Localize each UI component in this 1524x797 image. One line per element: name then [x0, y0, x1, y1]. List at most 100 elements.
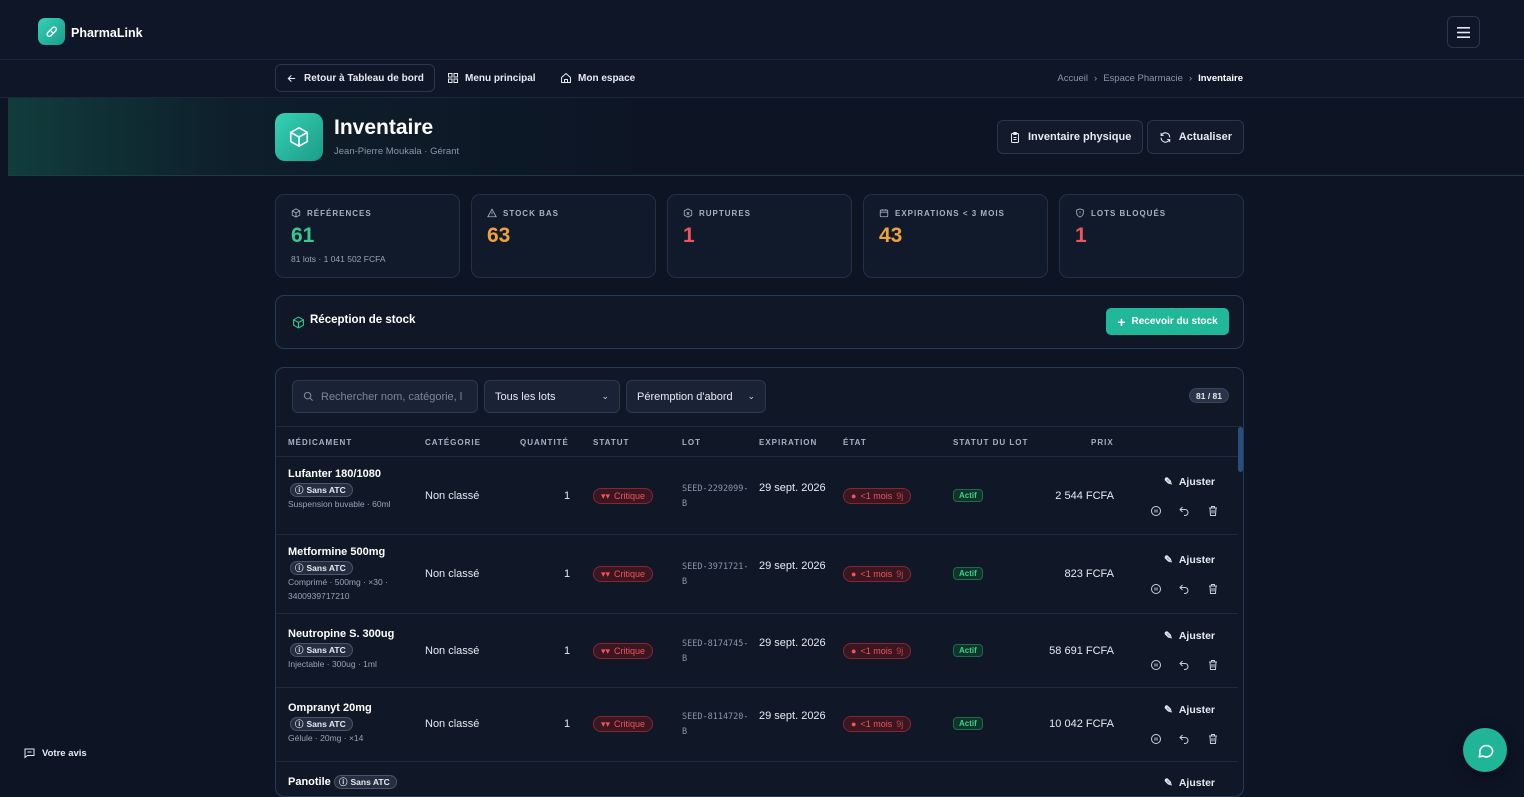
double-chevron-down-icon: ▾▾ — [601, 490, 611, 501]
adjust-button[interactable]: ✎ Ajuster — [1164, 777, 1215, 789]
category: Non classé — [425, 490, 480, 502]
dot-icon: ● — [851, 646, 857, 656]
receive-stock-button[interactable]: + Recevoir du stock — [1106, 308, 1229, 335]
table-row[interactable]: Ompranyt 20mg ⓘ Sans ATC Gélule · 20mg · … — [276, 688, 1238, 762]
col-status[interactable]: STATUT — [593, 438, 629, 447]
undo-icon[interactable] — [1177, 658, 1191, 672]
etat-badge: ● <1 mois 9j — [843, 716, 912, 732]
expiry-date: 29 sept. 2026 — [759, 560, 826, 572]
medication-name[interactable]: Panotile — [288, 776, 331, 788]
medication-name[interactable]: Ompranyt 20mg — [288, 702, 372, 714]
table-row[interactable]: Metformine 500mg ⓘ Sans ATC Comprimé · 50… — [276, 535, 1238, 614]
my-space-link[interactable]: Mon espace — [560, 64, 635, 92]
refresh-button[interactable]: Actualiser — [1147, 120, 1244, 154]
adjust-label: Ajuster — [1178, 476, 1215, 488]
etat-label: <1 mois — [860, 719, 893, 729]
adjust-label: Ajuster — [1178, 630, 1215, 642]
stat-label: RUPTURES — [699, 208, 752, 218]
medication-name[interactable]: Lufanter 180/1080 — [288, 468, 381, 480]
atc-badge: ⓘ Sans ATC — [290, 483, 353, 497]
pause-circle-icon[interactable] — [1149, 582, 1163, 596]
adjust-button[interactable]: ✎ Ajuster — [1164, 554, 1215, 566]
lot-number: SEED-8114720-B — [682, 712, 749, 737]
chat-bubble-icon — [1477, 744, 1493, 758]
back-to-dashboard-button[interactable]: Retour à Tableau de bord — [275, 64, 435, 92]
table-row[interactable]: Lufanter 180/1080 ⓘ Sans ATC Suspension b… — [276, 457, 1238, 535]
adjust-button[interactable]: ✎ Ajuster — [1164, 630, 1215, 642]
col-medicament[interactable]: MÉDICAMENT — [288, 438, 352, 447]
quantity: 1 — [564, 490, 571, 502]
col-lot-status[interactable]: STATUT DU LOT — [953, 438, 1028, 447]
medication-name[interactable]: Metformine 500mg — [288, 546, 385, 558]
pause-circle-icon[interactable] — [1149, 732, 1163, 746]
adjust-label: Ajuster — [1178, 777, 1215, 789]
refresh-label: Actualiser — [1178, 131, 1232, 143]
col-price[interactable]: PRIX — [1091, 438, 1114, 447]
pill-logo-icon[interactable] — [38, 18, 65, 45]
table-row[interactable]: Panotile ⓘ Sans ATC ✎ Ajuster — [276, 762, 1238, 796]
double-chevron-down-icon: ▾▾ — [601, 568, 611, 579]
app-name[interactable]: PharmaLink — [71, 26, 143, 40]
breadcrumb-pharmacy[interactable]: Espace Pharmacie — [1103, 73, 1183, 84]
page-header-band — [8, 98, 1524, 176]
undo-icon[interactable] — [1177, 504, 1191, 518]
status-badge: ▾▾ Critique — [593, 488, 654, 504]
stat-card-references: RÉFÉRENCES 61 81 lots · 1 041 502 FCFA — [275, 194, 460, 278]
price: 58 691 FCFA — [1049, 645, 1114, 657]
category: Non classé — [425, 568, 480, 580]
col-category[interactable]: CATÉGORIE — [425, 438, 481, 447]
trash-icon[interactable] — [1206, 732, 1220, 746]
feedback-button[interactable]: Votre avis — [23, 747, 87, 759]
sort-select[interactable]: Péremption d'abord ⌄ — [626, 380, 766, 413]
price: 10 042 FCFA — [1049, 718, 1114, 730]
table-scrollbar[interactable] — [1238, 427, 1243, 472]
help-circle-icon: ⓘ — [295, 485, 304, 495]
col-expiration[interactable]: EXPIRATION — [759, 438, 817, 447]
col-quantity[interactable]: QUANTITÉ — [520, 438, 569, 447]
stat-label: STOCK BAS — [503, 208, 559, 218]
search-input[interactable] — [321, 390, 471, 403]
status-label: Critique — [614, 719, 646, 729]
stat-value: 43 — [879, 224, 903, 247]
message-square-icon — [24, 748, 35, 759]
box-icon — [291, 208, 301, 218]
undo-icon[interactable] — [1177, 582, 1191, 596]
table-row[interactable]: Neutropine S. 300ug ⓘ Sans ATC Injectable… — [276, 614, 1238, 688]
pencil-icon: ✎ — [1164, 476, 1173, 488]
atc-badge: ⓘ Sans ATC — [290, 561, 353, 575]
box-icon — [275, 113, 323, 161]
trash-icon[interactable] — [1206, 504, 1220, 518]
atc-label: Sans ATC — [306, 645, 346, 655]
clipboard-icon — [1011, 131, 1019, 143]
pause-circle-icon[interactable] — [1149, 504, 1163, 518]
results-count-badge: 81 / 81 — [1189, 388, 1229, 403]
dot-icon: ● — [851, 491, 857, 501]
search-field[interactable] — [292, 380, 478, 413]
col-lot[interactable]: LOT — [682, 438, 701, 447]
adjust-button[interactable]: ✎ Ajuster — [1164, 476, 1215, 488]
chevron-down-icon: ⌄ — [747, 391, 755, 401]
medication-desc: Injectable · 300ug · 1ml — [288, 659, 377, 669]
physical-inventory-button[interactable]: Inventaire physique — [997, 120, 1144, 154]
help-circle-icon: ⓘ — [295, 645, 304, 655]
trash-icon[interactable] — [1206, 582, 1220, 596]
help-circle-icon: ⓘ — [339, 777, 348, 787]
chat-button[interactable] — [1463, 728, 1507, 772]
trash-icon[interactable] — [1206, 658, 1220, 672]
hamburger-menu-button[interactable] — [1447, 16, 1480, 48]
lot-number: SEED-3971721-B — [682, 562, 749, 587]
main-menu-link[interactable]: Menu principal — [447, 64, 536, 92]
back-label: Retour à Tableau de bord — [304, 72, 424, 84]
medication-name[interactable]: Neutropine S. 300ug — [288, 628, 394, 640]
col-etat[interactable]: ÉTAT — [843, 438, 867, 447]
etat-label: <1 mois — [860, 491, 893, 501]
pause-circle-icon[interactable] — [1149, 658, 1163, 672]
my-space-label: Mon espace — [578, 72, 636, 84]
category: Non classé — [425, 645, 480, 657]
page-title: Inventaire — [334, 116, 434, 139]
breadcrumb-home[interactable]: Accueil — [1057, 73, 1088, 84]
adjust-button[interactable]: ✎ Ajuster — [1164, 704, 1215, 716]
lots-filter-select[interactable]: Tous les lots ⌄ — [484, 380, 620, 413]
status-label: Critique — [614, 646, 646, 656]
undo-icon[interactable] — [1177, 732, 1191, 746]
